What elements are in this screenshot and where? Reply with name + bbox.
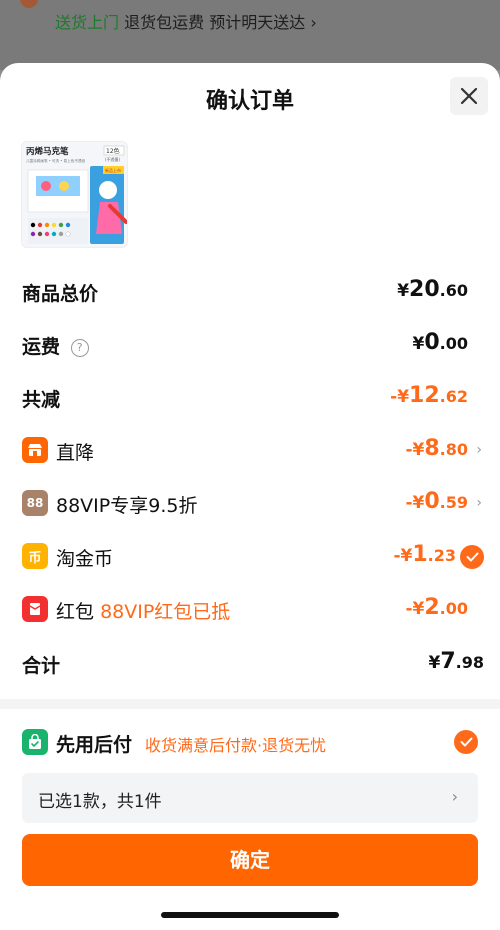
home-indicator [161,912,339,918]
pay-later-option[interactable]: 先用后付 收货满意后付款·退货无忧 [0,723,500,765]
subtotal-row: 商品总价 ¥20.60 [0,271,500,311]
close-button[interactable] [450,77,488,115]
store-icon [22,437,48,463]
subtotal-value: ¥20.60 [397,277,468,302]
total-row: 合计 ¥7.98 [0,643,500,683]
red-envelope-tag: 88VIP红包已抵 [100,601,231,623]
checkmark-icon[interactable] [460,545,484,569]
background-page-header: 送货上门 退货包运费 预计明天送达 › [0,0,500,70]
pay-later-desc: 收货满意后付款·退货无忧 [145,736,327,755]
discount-label: 红包 88VIP红包已抵 [56,601,231,623]
delivery-label: 送货上门 [55,13,120,32]
delivery-info: 送货上门 退货包运费 预计明天送达 › [55,9,317,33]
shopping-bag-icon [22,729,48,755]
product-image: 丙烯马克笔 12色 (不透墨) 儿童涂鸦画笔 • 可洗 • 易上色不透纸 新品上… [22,142,127,247]
discount-value: -¥1.23 [393,542,456,567]
discount-value: -¥2.00 [405,595,468,620]
discount-label: 88VIP专享9.5折 [56,495,198,517]
selection-text: 已选1款，共1件 [38,792,162,812]
subtotal-label: 商品总价 [22,283,99,305]
discount-row-coins[interactable]: 币 淘金币 -¥1.23 [0,536,500,576]
product-thumbnail[interactable]: 丙烯马克笔 12色 (不透墨) 儿童涂鸦画笔 • 可洗 • 易上色不透纸 新品上… [21,141,128,248]
chevron-right-icon: › [476,442,482,458]
shipping-value: ¥0.00 [412,330,469,355]
shipping-label: 运费 ? [22,332,89,359]
chevron-right-icon: › [476,495,482,511]
confirm-order-sheet: 确认订单 丙烯马克笔 12色 (不透墨) 儿童涂鸦画笔 • 可洗 • 易上色不透… [0,63,500,930]
chevron-right-icon: › [310,13,317,32]
red-envelope-icon [22,596,48,622]
vip88-icon: 88 [22,490,48,516]
checkmark-icon[interactable] [454,730,478,754]
discount-row-red-envelope[interactable]: 红包 88VIP红包已抵 -¥2.00 [0,589,500,629]
reduction-row: 共减 -¥12.62 [0,377,500,417]
discount-row-88vip[interactable]: 88 88VIP专享9.5折 -¥0.59 › [0,483,500,523]
chevron-right-icon: › [451,787,458,806]
total-label: 合计 [22,655,61,677]
total-value: ¥7.98 [428,649,485,674]
discount-value: -¥0.59 [405,489,468,514]
product-title-text: 丙烯马克笔 [26,146,69,157]
discount-row-direct[interactable]: 直降 -¥8.80 › [0,430,500,470]
discount-label: 淘金币 [56,548,114,570]
close-icon [460,87,478,105]
pay-later-name: 先用后付 [56,734,133,756]
status-dot [20,0,38,8]
reduction-label: 共减 [22,389,61,411]
refund-label: 退货包运费 [124,13,205,32]
eta-label: 预计明天送达 [209,13,306,32]
help-icon[interactable]: ? [70,339,89,357]
product-count-sub: (不透墨) [105,156,121,162]
product-count-badge: 12色 [106,147,120,155]
product-subtitle: 儿童涂鸦画笔 • 可洗 • 易上色不透纸 [26,158,86,163]
product-new-tag: 新品上市 [105,167,121,173]
coin-icon: 币 [22,543,48,569]
section-divider [0,699,500,709]
confirm-button[interactable]: 确定 [22,834,478,886]
selection-summary[interactable]: 已选1款，共1件 › [22,773,478,823]
discount-value: -¥8.80 [405,436,468,461]
reduction-value: -¥12.62 [390,383,468,408]
shipping-row: 运费 ? ¥0.00 [0,324,500,364]
discount-label: 直降 [56,442,95,464]
sheet-title: 确认订单 [205,89,294,114]
